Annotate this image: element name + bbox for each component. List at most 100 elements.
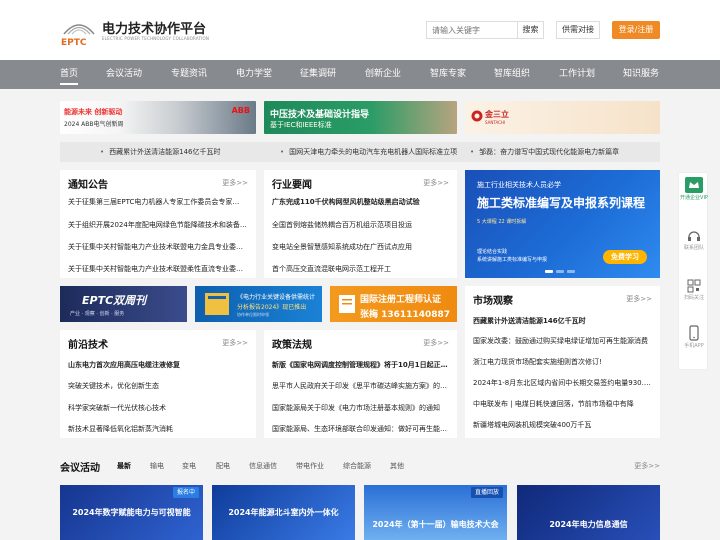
- nav-item-events[interactable]: 会议活动: [106, 60, 142, 89]
- events-tab-ict[interactable]: 信息通信: [249, 461, 277, 471]
- free-learn-button[interactable]: 免费学习: [603, 250, 647, 264]
- certification-banner[interactable]: 国际注册工程师认证 张梅 13611140887: [330, 286, 457, 322]
- mobile-phone-icon: [689, 325, 699, 341]
- login-register-button[interactable]: 登录/注册: [612, 21, 660, 39]
- promo-title: 施工类标准编写及申报系列课程: [477, 196, 646, 210]
- site-logo[interactable]: EPTC 电力技术协作平台 ELECTRIC POWER TECHNOLOGY …: [60, 14, 220, 48]
- notice-title: 通知公告: [68, 180, 108, 191]
- list-item[interactable]: 广东完成110千伏构网型风机整站级黑启动试验: [272, 197, 449, 207]
- abb-banner-subtitle: 2024 ABB电气创新周: [64, 121, 124, 128]
- frontier-tech-more-link[interactable]: 更多>>: [222, 338, 248, 348]
- weekly-title: EPTC双周刊: [82, 294, 147, 307]
- certification-phone: 张梅 13611140887: [360, 310, 451, 320]
- carousel-dots[interactable]: [545, 270, 575, 273]
- follow-sidebar-item[interactable]: 扫码关注: [679, 279, 709, 302]
- frontier-tech-panel: 前沿技术 更多>> 山东电力首次应用高压电缆注液修复 突破关键技术，优化创新生态…: [60, 330, 256, 438]
- headset-icon: [688, 231, 700, 241]
- list-item[interactable]: 国家发改委：鼓励通过购买绿电绿证增加可再生能源消费: [473, 336, 652, 346]
- report-book-icon: [205, 293, 229, 315]
- report-banner[interactable]: 《电力行业关键设备供需统计 分析报告2024》现已推出 协作单位限时申领: [195, 286, 322, 322]
- news-ticker: 西藏累计外送清洁能源146亿千瓦时 国网天津电力牵头的电动汽车充电机器人国际标准…: [60, 142, 660, 162]
- events-tab-other[interactable]: 其他: [390, 461, 404, 471]
- market-watch-more-link[interactable]: 更多>>: [626, 294, 652, 304]
- list-item[interactable]: 国家能源局、生态环境部联合印发通知：做好可再生能…: [272, 424, 449, 434]
- list-item[interactable]: 关于组织开展2024年度配电网绿色节能降碳技术和装备…: [68, 220, 250, 230]
- promo-line1: 施工行业相关技术人员必学: [477, 181, 561, 189]
- event-card[interactable]: 2024年电力信息通信: [517, 485, 660, 540]
- industry-news-more-link[interactable]: 更多>>: [423, 178, 449, 188]
- nav-item-home[interactable]: 首页: [60, 60, 79, 89]
- promo-course-count: 5 大课程 22 课时拆解: [477, 219, 527, 225]
- ticker-item[interactable]: 西藏累计外送清洁能源146亿千瓦时: [100, 142, 220, 162]
- nav-item-organizations[interactable]: 智库组织: [494, 60, 530, 89]
- nav-item-companies[interactable]: 创新企业: [365, 60, 401, 89]
- policy-title: 政策法规: [272, 340, 312, 351]
- report-title: 《电力行业关键设备供需统计: [237, 294, 316, 301]
- list-item[interactable]: 新版《国家电网调度控制管理规程》将于10月1日起正…: [272, 360, 449, 370]
- list-item[interactable]: 突破关键技术，优化创新生态: [68, 381, 250, 391]
- event-status-badge: 直播回放: [470, 487, 503, 498]
- site-subtitle: ELECTRIC POWER TECHNOLOGY COLLABORATION: [102, 36, 210, 41]
- events-tab-latest[interactable]: 最新: [117, 461, 131, 471]
- nav-item-topics[interactable]: 专题资讯: [171, 60, 207, 89]
- list-item[interactable]: 首个高压交直流混联电网示范工程开工: [272, 264, 449, 274]
- events-more-link[interactable]: 更多>>: [634, 461, 660, 471]
- nav-item-academy[interactable]: 电力学堂: [236, 60, 272, 89]
- search-input[interactable]: [426, 21, 518, 39]
- event-card-title: 2024年（第十一届）输电技术大会: [372, 520, 499, 529]
- list-item[interactable]: 关于征集中关村智能电力产业技术联盟柔性直流专业委…: [68, 264, 250, 274]
- vip-label: 开通企业VIP: [680, 195, 708, 201]
- supply-demand-button[interactable]: 供需对接: [556, 21, 600, 39]
- list-item[interactable]: 科学家突破新一代光伏核心技术: [68, 403, 250, 413]
- ticker-item[interactable]: 邹磊：奋力谱写中国式现代化能源电力新篇章: [470, 142, 619, 162]
- nav-item-knowledge[interactable]: 知识服务: [623, 60, 659, 89]
- nav-item-work-plan[interactable]: 工作计划: [559, 60, 595, 89]
- abb-banner[interactable]: 能源未来 创新驱动 2024 ABB电气创新周 ABB: [60, 101, 256, 134]
- event-card[interactable]: 2024年能源北斗室内外一体化: [212, 485, 355, 540]
- list-item[interactable]: 变电站全景智慧感知系统成功在广西试点应用: [272, 242, 449, 252]
- events-tab-transmission[interactable]: 输电: [150, 461, 164, 471]
- list-item[interactable]: 2024年1-8月东北区域内省间中长期交易签约电量930.0…: [473, 378, 652, 388]
- ticker-item[interactable]: 国网天津电力牵头的电动汽车充电机器人国际标准立项: [280, 142, 457, 162]
- event-card[interactable]: 报名中 2024年数字赋能电力与可视智能: [60, 485, 203, 540]
- list-item[interactable]: 新技术显著降低氧化铝新蒸汽消耗: [68, 424, 250, 434]
- events-tab-integrated-energy[interactable]: 综合能源: [343, 461, 371, 471]
- list-item[interactable]: 山东电力首次应用高压电缆注液修复: [68, 360, 250, 370]
- certificate-icon: [339, 295, 355, 313]
- list-item[interactable]: 关于征集第三届EPTC电力机器人专家工作委员会专家…: [68, 197, 250, 207]
- vip-sidebar-item[interactable]: 开通企业VIP: [679, 177, 709, 202]
- app-sidebar-item[interactable]: 手机APP: [679, 325, 709, 350]
- site-title: 电力技术协作平台: [102, 22, 207, 37]
- policy-more-link[interactable]: 更多>>: [423, 338, 449, 348]
- santachi-brand: 金三立: [485, 110, 509, 119]
- list-item[interactable]: 浙江电力现货市场配套实施细则首次修订!: [473, 357, 652, 367]
- events-tab-substation[interactable]: 变电: [182, 461, 196, 471]
- santachi-banner[interactable]: 金三立 SANTACHI: [465, 101, 660, 134]
- contact-label: 联系团队: [683, 245, 704, 251]
- event-card[interactable]: 直播回放 2024年（第十一届）输电技术大会: [364, 485, 507, 540]
- notice-panel: 通知公告 更多>> 关于征集第三届EPTC电力机器人专家工作委员会专家… 关于组…: [60, 170, 256, 278]
- notice-more-link[interactable]: 更多>>: [222, 178, 248, 188]
- list-item[interactable]: 西藏累计外送清洁能源146亿千瓦时: [473, 316, 652, 326]
- events-tab-live-work[interactable]: 带电作业: [296, 461, 324, 471]
- industry-news-title: 行业要闻: [272, 180, 312, 191]
- list-item[interactable]: 关于征集中关村智能电力产业技术联盟电力金具专业委…: [68, 242, 250, 252]
- abb-logo: ABB: [231, 106, 250, 115]
- list-item[interactable]: 国家能源局关于印发《电力市场注册基本规则》的通知: [272, 403, 449, 413]
- list-item[interactable]: 思平市人民政府关于印发《思平市碳达峰实施方案》的…: [272, 381, 449, 391]
- list-item[interactable]: 新疆塔城电网装机规模突破400万千瓦: [473, 420, 652, 430]
- nav-item-experts[interactable]: 智库专家: [430, 60, 466, 89]
- standards-banner[interactable]: 中压技术及基础设计指导 基于IEC和IEEE标准: [264, 101, 457, 134]
- certification-title: 国际注册工程师认证: [360, 295, 442, 305]
- contact-sidebar-item[interactable]: 联系团队: [679, 229, 709, 252]
- search-button[interactable]: 搜索: [518, 21, 544, 39]
- list-item[interactable]: 全国首例熔盐储热耦合百万机组示范项目投运: [272, 220, 449, 230]
- santachi-sub: SANTACHI: [485, 120, 506, 125]
- list-item[interactable]: 中电联发布 | 电煤日耗快速回落，节前市场稳中有降: [473, 399, 652, 409]
- weekly-banner[interactable]: EPTC双周刊 产业 · 观察 · 创新 · 服务: [60, 286, 187, 322]
- course-promo-banner[interactable]: 施工行业相关技术人员必学 施工类标准编写及申报系列课程 5 大课程 22 课时拆…: [465, 170, 660, 278]
- events-tab-distribution[interactable]: 配电: [216, 461, 230, 471]
- weekly-subtitle: 产业 · 观察 · 创新 · 服务: [70, 311, 125, 317]
- nav-item-survey[interactable]: 征集调研: [300, 60, 336, 89]
- standards-banner-subtitle: 基于IEC和IEEE标准: [270, 121, 332, 129]
